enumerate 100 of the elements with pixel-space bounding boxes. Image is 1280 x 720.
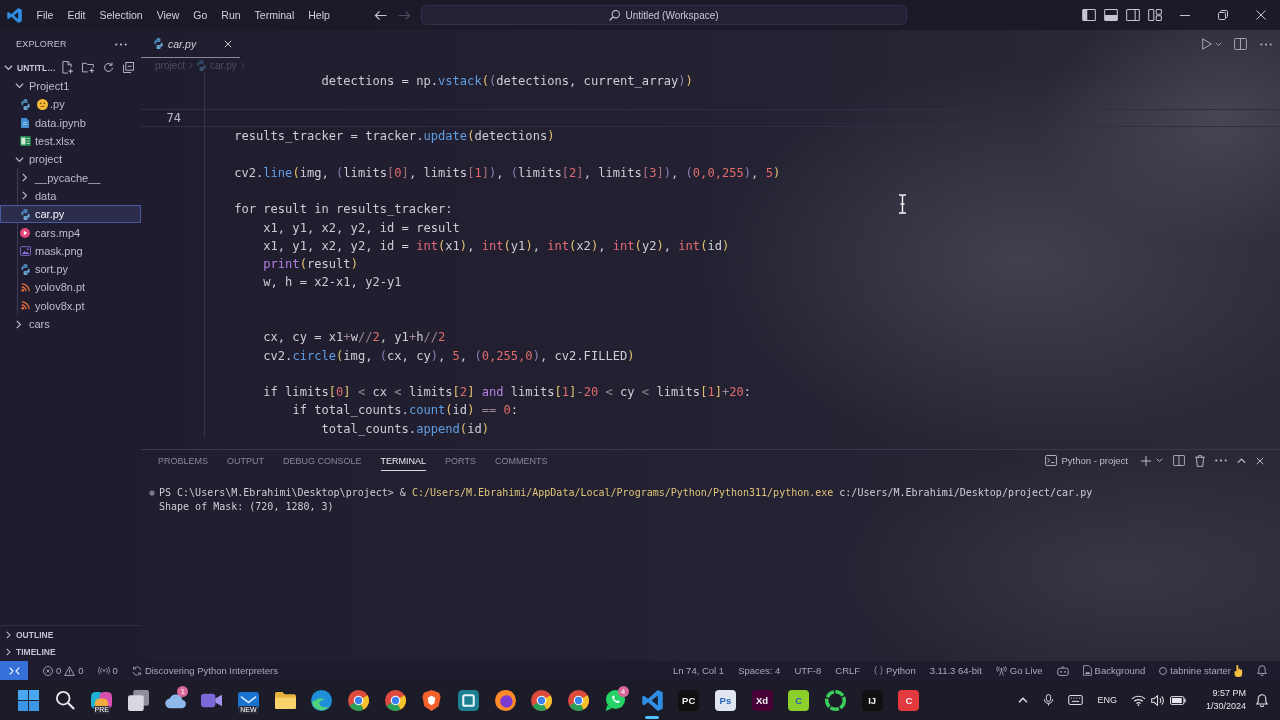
plus-icon[interactable] bbox=[1141, 455, 1151, 466]
mail-icon[interactable] bbox=[237, 689, 259, 711]
menu-item[interactable]: Edit bbox=[60, 5, 93, 25]
panel-tab[interactable]: PORTS bbox=[445, 450, 476, 471]
menu-item[interactable]: Help bbox=[301, 5, 337, 25]
tree-item[interactable]: cars.mp4 bbox=[0, 223, 141, 242]
chat-bubble-icon[interactable] bbox=[604, 689, 626, 711]
menu-item[interactable]: File bbox=[29, 5, 61, 25]
code-editor-icon[interactable] bbox=[641, 689, 663, 711]
assistant-status[interactable]: tabnine starter bbox=[1152, 661, 1250, 680]
microphone-icon[interactable] bbox=[1043, 694, 1055, 706]
workspace-header[interactable]: UNTITL… bbox=[0, 58, 141, 77]
folder-icon[interactable] bbox=[274, 689, 296, 711]
close-icon[interactable] bbox=[224, 39, 232, 48]
progress-status[interactable]: Discovering Python Interpreters bbox=[124, 661, 285, 680]
minimize-icon[interactable] bbox=[1180, 14, 1190, 16]
menu-item[interactable]: Selection bbox=[92, 5, 150, 25]
new-file-icon[interactable] bbox=[61, 61, 73, 74]
blob-app-icon[interactable] bbox=[91, 689, 113, 711]
app-tile[interactable]: C bbox=[898, 689, 920, 711]
input-language[interactable]: ENG bbox=[1097, 695, 1117, 705]
browser-icon[interactable] bbox=[494, 689, 516, 711]
shield-icon[interactable] bbox=[421, 689, 443, 711]
more-icon[interactable] bbox=[1260, 42, 1272, 46]
notification-bell-icon[interactable] bbox=[1256, 693, 1268, 707]
status-item[interactable]: Spaces: 4 bbox=[731, 661, 788, 680]
start-icon[interactable] bbox=[17, 689, 39, 711]
battery-icon[interactable] bbox=[1169, 695, 1186, 705]
app-tile[interactable]: Ps bbox=[714, 689, 736, 711]
run-icon[interactable] bbox=[1202, 38, 1212, 50]
browser-icon[interactable] bbox=[531, 689, 553, 711]
ports-status[interactable]: 0 bbox=[90, 661, 125, 680]
menu-item[interactable]: Run bbox=[214, 5, 248, 25]
status-dot-icon[interactable] bbox=[149, 490, 155, 496]
tree-item[interactable]: cars bbox=[0, 314, 141, 334]
command-center[interactable]: Untitled (Workspace) bbox=[421, 5, 907, 25]
menu-item[interactable]: View bbox=[149, 5, 187, 25]
menu-item[interactable]: Go bbox=[186, 5, 215, 25]
square-app-icon[interactable] bbox=[458, 689, 480, 711]
tree-item[interactable]: mask.png bbox=[0, 241, 141, 260]
more-icon[interactable] bbox=[1215, 459, 1227, 462]
tree-item[interactable]: test.xlsx bbox=[0, 131, 141, 151]
clock-time[interactable]: 9:57 PM bbox=[1212, 687, 1246, 700]
section-header[interactable]: OUTLINE bbox=[0, 625, 141, 643]
stacked-windows-icon[interactable] bbox=[127, 689, 149, 711]
robot-icon[interactable] bbox=[1056, 665, 1069, 676]
primary-sidebar-toggle-icon[interactable] bbox=[1082, 9, 1096, 21]
panel-tab[interactable]: PROBLEMS bbox=[158, 450, 208, 471]
ring-icon[interactable] bbox=[824, 689, 846, 711]
tree-item[interactable]: yolov8n.pt bbox=[0, 278, 141, 297]
status-item[interactable]: 3.11.3 64-bit bbox=[922, 661, 989, 680]
browser-icon[interactable] bbox=[311, 689, 333, 711]
close-icon[interactable] bbox=[1256, 456, 1264, 465]
keyboard-icon[interactable] bbox=[1068, 695, 1084, 705]
tree-item[interactable]: data bbox=[0, 186, 141, 206]
restore-icon[interactable] bbox=[1218, 10, 1228, 20]
go-live-status[interactable]: Go Live bbox=[988, 661, 1050, 680]
trash-icon[interactable] bbox=[1195, 454, 1205, 467]
background-status[interactable]: Background bbox=[1075, 661, 1153, 680]
tree-item[interactable]: yolov8x.pt bbox=[0, 296, 141, 315]
tree-item[interactable]: .py bbox=[0, 95, 141, 114]
secondary-sidebar-toggle-icon[interactable] bbox=[1126, 9, 1140, 21]
browser-icon[interactable] bbox=[568, 689, 590, 711]
caret-icon[interactable] bbox=[1215, 41, 1222, 47]
panel-tab[interactable]: TERMINAL bbox=[380, 450, 427, 471]
close-icon[interactable] bbox=[1256, 10, 1266, 20]
menu-item[interactable]: Terminal bbox=[247, 5, 302, 25]
tree-item[interactable]: Project1 bbox=[0, 77, 141, 96]
panel-tab[interactable]: COMMENTS bbox=[494, 450, 548, 471]
caret-icon[interactable] bbox=[1156, 458, 1163, 463]
terminal-name[interactable]: Python - project bbox=[1061, 455, 1128, 466]
language-status[interactable]: Python bbox=[867, 661, 923, 680]
problems-status[interactable]: 0 0 bbox=[36, 661, 91, 680]
app-tile[interactable]: Xd bbox=[751, 689, 773, 711]
bell-icon[interactable] bbox=[1257, 665, 1267, 676]
tree-item[interactable]: __pycache__ bbox=[0, 168, 141, 187]
clock-date[interactable]: 1/30/2024 bbox=[1205, 700, 1246, 713]
panel-tab[interactable]: DEBUG CONSOLE bbox=[283, 450, 362, 471]
new-folder-icon[interactable] bbox=[81, 62, 94, 73]
wifi-icon[interactable] bbox=[1130, 694, 1146, 706]
browser-icon[interactable] bbox=[384, 689, 406, 711]
editor-tab[interactable]: car.py bbox=[141, 30, 240, 58]
tree-item[interactable]: data.ipynb bbox=[0, 113, 141, 132]
more-icon[interactable] bbox=[115, 42, 127, 46]
chevron-up-icon[interactable] bbox=[1237, 457, 1246, 464]
back-arrow-icon[interactable] bbox=[373, 9, 387, 21]
remote-button[interactable] bbox=[0, 661, 28, 680]
section-header[interactable]: TIMELINE bbox=[0, 643, 141, 661]
tree-item[interactable]: project bbox=[0, 150, 141, 169]
panel-tab[interactable]: OUTPUT bbox=[227, 450, 264, 471]
status-item[interactable]: Ln 74, Col 1 bbox=[665, 661, 732, 680]
collapse-all-icon[interactable] bbox=[123, 62, 134, 73]
split-icon[interactable] bbox=[1173, 455, 1185, 466]
tree-item[interactable]: car.py bbox=[0, 205, 141, 224]
layout-grid-icon[interactable] bbox=[1148, 9, 1162, 21]
panel-toggle-icon[interactable] bbox=[1104, 9, 1118, 21]
app-tile[interactable]: PC bbox=[678, 689, 700, 711]
status-item[interactable]: CRLF bbox=[828, 661, 868, 680]
speaker-icon[interactable] bbox=[1150, 694, 1165, 706]
app-tile[interactable]: IJ bbox=[861, 689, 883, 711]
